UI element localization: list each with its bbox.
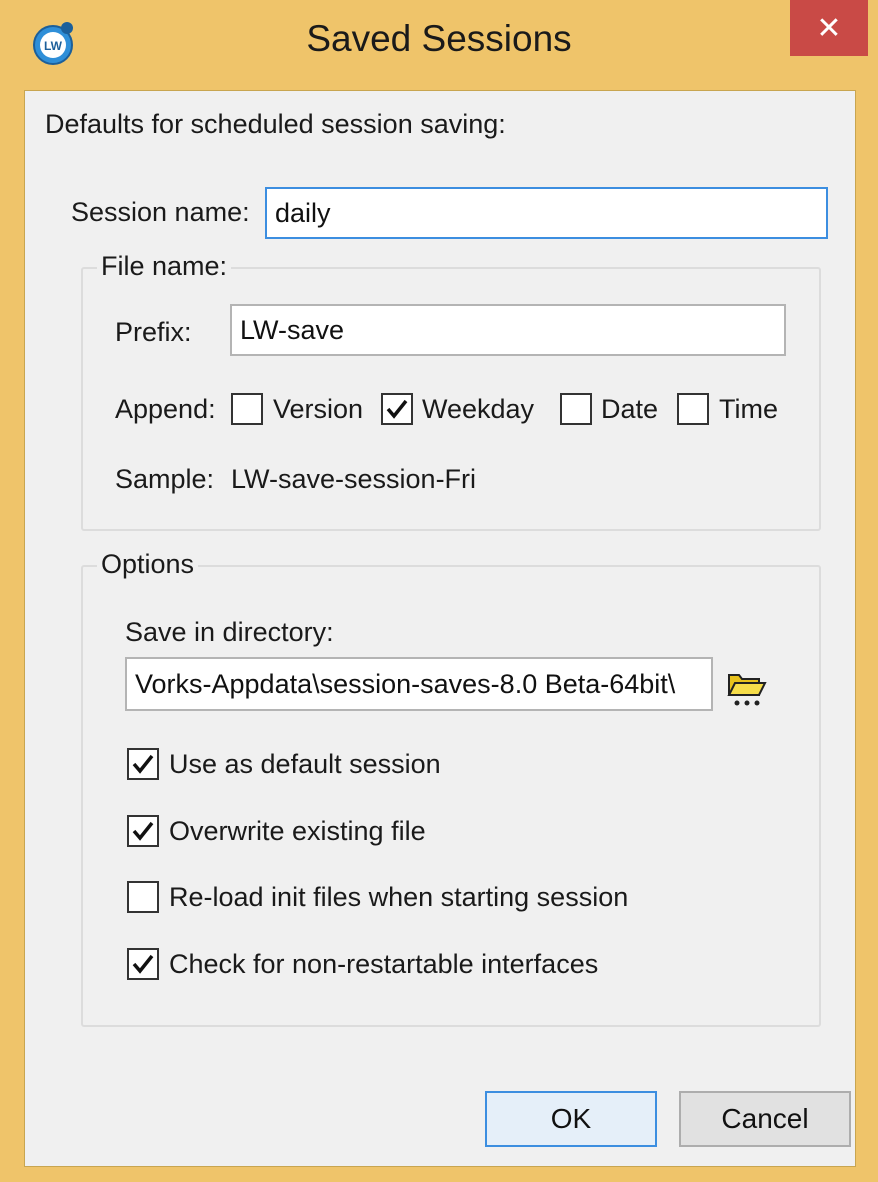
checkmark-icon	[132, 754, 154, 774]
overwrite-existing-checkbox[interactable]	[127, 815, 159, 847]
sample-label: Sample:	[115, 464, 215, 494]
options-group-title: Options	[97, 549, 199, 580]
checkmark-icon	[132, 954, 154, 974]
reload-init-files-checkbox[interactable]	[127, 881, 159, 913]
append-label: Append:	[115, 394, 216, 424]
cancel-button[interactable]: Cancel	[679, 1091, 851, 1147]
checkmark-icon	[386, 399, 408, 419]
append-weekday-checkbox[interactable]	[381, 393, 413, 425]
check-non-restartable-label: Check for non-restartable interfaces	[169, 949, 599, 979]
append-weekday-label: Weekday	[422, 394, 535, 424]
dialog-client-area: Defaults for scheduled session saving: S…	[24, 90, 856, 1167]
intro-label: Defaults for scheduled session saving:	[45, 109, 506, 139]
folder-browse-icon[interactable]	[725, 665, 767, 707]
overwrite-existing-label: Overwrite existing file	[169, 816, 426, 846]
use-default-session-checkbox[interactable]	[127, 748, 159, 780]
close-icon: ✕	[816, 11, 842, 45]
append-version-label: Version	[273, 394, 364, 424]
session-name-input[interactable]: daily	[265, 187, 828, 239]
title-bar[interactable]: LW Saved Sessions ✕	[0, 0, 878, 88]
session-name-label: Session name:	[71, 197, 250, 227]
save-directory-label: Save in directory:	[125, 617, 334, 647]
save-directory-input[interactable]: Vorks-Appdata\session-saves-8.0 Beta-64b…	[125, 657, 713, 711]
checkmark-icon	[132, 821, 154, 841]
append-date-label: Date	[601, 394, 659, 424]
file-name-group-title: File name:	[97, 251, 232, 282]
use-default-session-label: Use as default session	[169, 749, 441, 779]
append-time-label: Time	[719, 394, 778, 424]
check-non-restartable-checkbox[interactable]	[127, 948, 159, 980]
sample-value: LW-save-session-Fri	[231, 464, 477, 494]
append-date-checkbox[interactable]	[560, 393, 592, 425]
saved-sessions-window: LW Saved Sessions ✕ Defaults for schedul…	[0, 0, 878, 1182]
append-time-checkbox[interactable]	[677, 393, 709, 425]
prefix-input[interactable]: LW-save	[230, 304, 786, 356]
reload-init-files-label: Re-load init files when starting session	[169, 882, 629, 912]
prefix-label: Prefix:	[115, 317, 192, 347]
append-version-checkbox[interactable]	[231, 393, 263, 425]
ok-button[interactable]: OK	[485, 1091, 657, 1147]
window-title: Saved Sessions	[306, 18, 572, 59]
close-button[interactable]: ✕	[790, 0, 868, 56]
